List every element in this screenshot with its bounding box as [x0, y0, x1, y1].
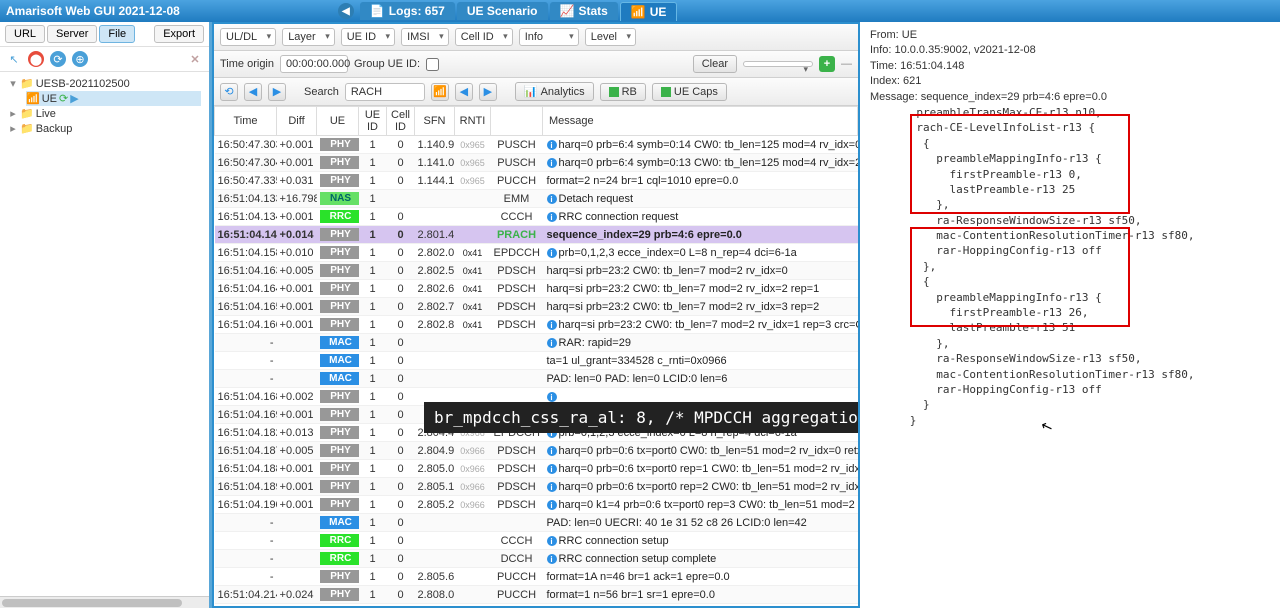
table-header-row: TimeDiffUEUE IDCell IDSFNRNTIMessage [215, 107, 858, 136]
table-row[interactable]: 16:51:04.134+0.001RRC10CCCHiRRC connecti… [215, 208, 858, 226]
refresh-icon[interactable]: ⟳ [50, 51, 66, 67]
url-button[interactable]: URL [5, 25, 45, 43]
table-row[interactable]: 16:50:47.335+0.031PHY101.144.10x965PUCCH… [215, 172, 858, 190]
time-origin-input[interactable]: 00:00:00.000 [280, 55, 348, 73]
file-tree: ▾📁UESB-2021102500 📶UE ⟳▶ ▸📁Live ▸📁Backup [0, 72, 209, 140]
table-row[interactable]: 16:51:04.133+16.798NAS1EMMiDetach reques… [215, 190, 858, 208]
search-input[interactable]: RACH [345, 83, 425, 101]
log-table[interactable]: TimeDiffUEUE IDCell IDSFNRNTIMessage 16:… [214, 106, 858, 606]
chart-icon: 📊 [524, 85, 538, 98]
antenna-icon[interactable]: 📶 [431, 83, 449, 101]
table-row[interactable]: -MAC10PAD: len=0 UECRI: 40 1e 31 52 c8 2… [215, 514, 858, 532]
code-tooltip: br_mpdcch_css_ra_al: 8, /* MPDCCH aggreg… [424, 402, 858, 433]
group-ueid-checkbox[interactable] [426, 58, 439, 71]
file-button[interactable]: File [99, 25, 135, 43]
uecaps-button[interactable]: UE Caps [652, 83, 727, 101]
table-row[interactable]: 16:51:04.163+0.005PHY102.802.50x41PDSCHh… [215, 262, 858, 280]
filter-bar: UL/DL Layer UE ID IMSI Cell ID Info Leve… [214, 24, 858, 51]
table-row[interactable]: 16:51:04.189+0.001PHY102.805.10x966PDSCH… [215, 478, 858, 496]
uldl-dropdown[interactable]: UL/DL [220, 28, 276, 46]
table-row[interactable]: -MAC10ta=1 ul_grant=334528 c_rnti=0x0966 [215, 352, 858, 370]
table-row[interactable]: 16:51:04.164+0.001PHY102.802.60x41PDSCHh… [215, 280, 858, 298]
table-row[interactable]: 16:51:04.158+0.010PHY102.802.00x41EPDCCH… [215, 244, 858, 262]
remove-filter-button[interactable]: — [841, 58, 852, 70]
detail-time: Time: 16:51:04.148 [870, 59, 1270, 74]
tab-logs[interactable]: 📄Logs: 657 [360, 2, 455, 20]
detail-code: preambleTransMax-CE-r13 n10, rach-CE-Lev… [870, 105, 1270, 428]
analytics-button[interactable]: 📊Analytics [515, 82, 594, 101]
ueid-dropdown[interactable]: UE ID [341, 28, 395, 46]
tab-stats[interactable]: 📈Stats [550, 2, 618, 20]
group-ueid-label: Group UE ID: [354, 58, 420, 70]
sidebar-scrollbar[interactable] [0, 596, 209, 608]
server-button[interactable]: Server [47, 25, 97, 43]
export-button[interactable]: Export [154, 25, 204, 43]
detail-message: Message: sequence_index=29 prb=4:6 epre=… [870, 90, 1270, 105]
sidebar-collapse-icon[interactable]: ◀ [338, 3, 354, 19]
logs-icon: 📄 [370, 4, 385, 18]
table-row[interactable]: -MAC10PAD: len=0 PAD: len=0 LCID:0 len=6 [215, 370, 858, 388]
table-row[interactable]: -RRC10CCCHiRRC connection setup [215, 532, 858, 550]
globe-icon[interactable]: ⊕ [72, 51, 88, 67]
detail-info: Info: 10.0.0.35:9002, v2021-12-08 [870, 43, 1270, 58]
rewind-icon[interactable]: ⟲ [220, 83, 238, 101]
stats-icon: 📈 [560, 4, 575, 18]
time-bar: Time origin 00:00:00.000 Group UE ID: Cl… [214, 51, 858, 78]
level-dropdown[interactable]: Level [585, 28, 636, 46]
imsi-dropdown[interactable]: IMSI [401, 28, 449, 46]
center-panel: UL/DL Layer UE ID IMSI Cell ID Info Leve… [212, 22, 860, 608]
table-row[interactable]: 16:51:04.187+0.005PHY102.804.90x966PDSCH… [215, 442, 858, 460]
top-tabs: 📄Logs: 657 UE Scenario 📈Stats 📶UE [360, 2, 680, 21]
next-icon[interactable]: ▶ [268, 83, 286, 101]
app-title: Amarisoft Web GUI 2021-12-08 [6, 4, 180, 18]
green-square-icon-2 [661, 87, 671, 97]
table-row[interactable]: -PHY102.805.6PUCCHformat=1A n=46 br=1 ac… [215, 568, 858, 586]
ue-icon: 📶 [631, 5, 646, 19]
tab-ue[interactable]: 📶UE [620, 2, 678, 21]
stop-icon[interactable]: ⬤ [28, 51, 44, 67]
tree-live[interactable]: ▸📁Live [8, 106, 201, 121]
tab-ue-scenario[interactable]: UE Scenario [457, 2, 548, 20]
table-row[interactable]: 16:50:47.304+0.001PHY101.141.00x965PUSCH… [215, 154, 858, 172]
close-icon[interactable]: ✕ [187, 51, 203, 67]
search-prev-icon[interactable]: ◀ [455, 83, 473, 101]
details-panel: From: UE Info: 10.0.0.35:9002, v2021-12-… [860, 22, 1280, 608]
table-row[interactable]: 16:51:04.215+0.001PHY102.808.10x966PUCCH… [215, 604, 858, 607]
tree-backup[interactable]: ▸📁Backup [8, 121, 201, 136]
rb-button[interactable]: RB [600, 83, 646, 101]
filter-dropdown[interactable] [743, 61, 813, 67]
table-row[interactable]: 16:51:04.165+0.001PHY102.802.70x41PDSCHh… [215, 298, 858, 316]
detail-index: Index: 621 [870, 74, 1270, 89]
table-row[interactable]: -MAC10iRAR: rapid=29 [215, 334, 858, 352]
top-bar: Amarisoft Web GUI 2021-12-08 ◀ 📄Logs: 65… [0, 0, 1280, 22]
add-filter-button[interactable]: + [819, 56, 835, 72]
tree-root[interactable]: ▾📁UESB-2021102500 [8, 76, 201, 91]
green-square-icon [609, 87, 619, 97]
table-row[interactable]: 16:51:04.190+0.001PHY102.805.20x966PDSCH… [215, 496, 858, 514]
time-origin-label: Time origin [220, 58, 274, 70]
layer-dropdown[interactable]: Layer [282, 28, 335, 46]
table-row[interactable]: 16:50:47.303+0.001PHY101.140.90x965PUSCH… [215, 136, 858, 154]
search-next-icon[interactable]: ▶ [479, 83, 497, 101]
tree-ue[interactable]: 📶UE ⟳▶ [26, 91, 201, 106]
search-label: Search [304, 86, 339, 98]
cellid-dropdown[interactable]: Cell ID [455, 28, 513, 46]
table-row[interactable]: 16:51:04.166+0.001PHY102.802.80x41PDSCHi… [215, 316, 858, 334]
info-dropdown[interactable]: Info [519, 28, 579, 46]
table-row[interactable]: 16:51:04.188+0.001PHY102.805.00x966PDSCH… [215, 460, 858, 478]
table-row[interactable]: -RRC10DCCHiRRC connection setup complete [215, 550, 858, 568]
prev-icon[interactable]: ◀ [244, 83, 262, 101]
table-row[interactable]: 16:51:04.148+0.014PHY102.801.4PRACHseque… [215, 226, 858, 244]
table-row[interactable]: 16:51:04.214+0.024PHY102.808.0PUCCHforma… [215, 586, 858, 604]
search-bar: ⟲ ◀ ▶ Search RACH 📶 ◀ ▶ 📊Analytics RB UE… [214, 78, 858, 106]
pointer-icon[interactable]: ↖ [6, 51, 22, 67]
clear-button[interactable]: Clear [693, 55, 737, 73]
sidebar: URL Server File Export ↖ ⬤ ⟳ ⊕ ✕ ▾📁UESB-… [0, 22, 212, 608]
detail-from: From: UE [870, 28, 1270, 43]
